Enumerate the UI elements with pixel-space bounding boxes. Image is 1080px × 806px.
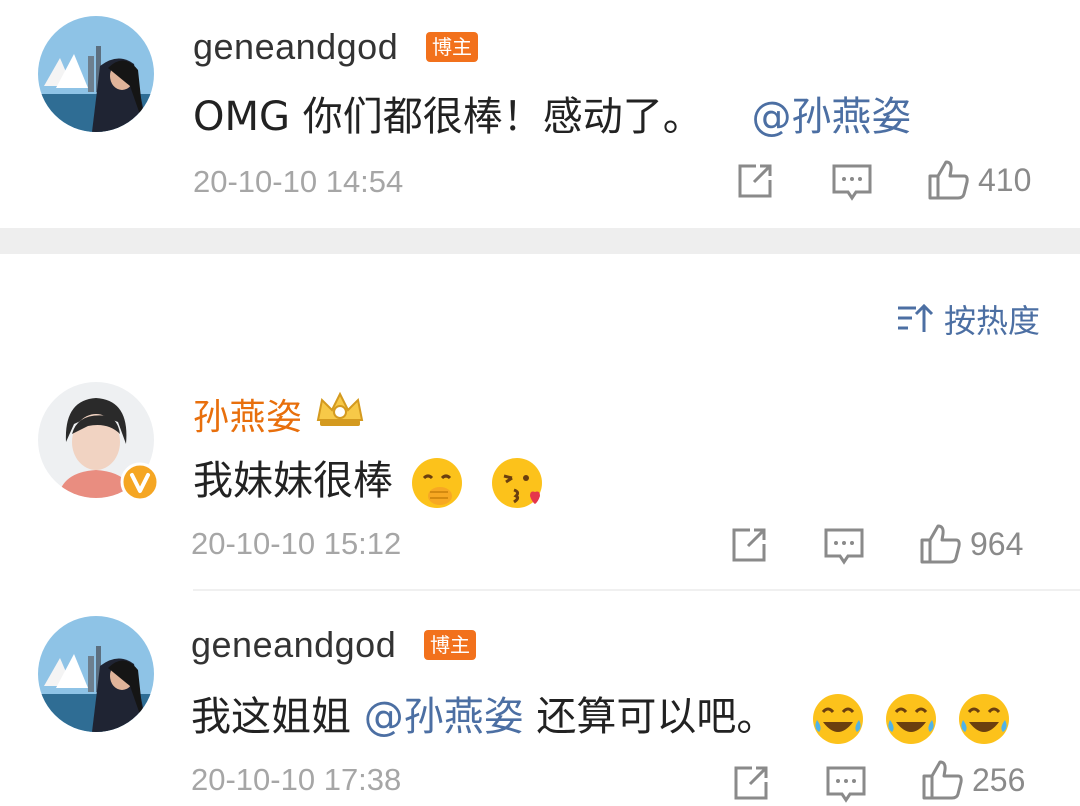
like-count: 256 — [972, 761, 1026, 798]
face-with-hand-over-mouth-emoji-icon — [411, 458, 462, 508]
comment-item: geneandgod 博主 我这姐姐 @孙燕姿 还算可以吧。 20-10-10 … — [0, 600, 1080, 804]
comment-icon — [832, 164, 872, 201]
like-button[interactable]: 410 — [926, 158, 1031, 202]
face-blowing-kiss-emoji-icon — [492, 458, 543, 508]
verified-v-icon — [120, 462, 160, 502]
like-button[interactable]: 964 — [918, 522, 1023, 566]
comment-divider — [193, 589, 1080, 591]
reply-button[interactable] — [830, 160, 874, 204]
sort-label: 按热度 — [943, 302, 1040, 340]
comment-item: 孙燕姿 我妹妹很棒 20-10-10 15:12 964 — [0, 370, 1080, 592]
like-icon — [920, 524, 961, 564]
avatar[interactable] — [38, 616, 154, 732]
avatar[interactable] — [38, 16, 154, 132]
username[interactable]: geneandgod — [193, 26, 398, 68]
timestamp: 20-10-10 14:54 — [193, 164, 404, 199]
tears-of-joy-emoji-icon — [813, 694, 864, 744]
comment-body: 我这姐姐 — [191, 694, 364, 740]
reply-button[interactable] — [822, 524, 866, 568]
comment-icon — [824, 528, 864, 565]
sort-icon — [897, 303, 934, 332]
timestamp: 20-10-10 15:12 — [191, 526, 402, 561]
author-badge: 博主 — [424, 630, 476, 660]
like-icon — [928, 160, 969, 200]
share-icon — [738, 164, 772, 198]
comment-item: geneandgod 博主 OMG 你们都很棒！感动了。 @孙燕姿 20-10-… — [0, 0, 1080, 228]
crown-badge-icon — [316, 391, 364, 426]
comment-text: 我妹妹很棒 — [193, 448, 544, 510]
mention-link[interactable]: @孙燕姿 — [364, 694, 524, 740]
comment-body-end: 还算可以吧。 — [523, 694, 777, 740]
username[interactable]: 孙燕姿 — [193, 388, 303, 440]
username[interactable]: geneandgod — [191, 624, 396, 666]
share-button[interactable] — [728, 524, 770, 566]
share-button[interactable] — [730, 762, 772, 804]
comment-icon — [826, 766, 866, 803]
like-icon — [922, 760, 963, 800]
sort-by-hot-button[interactable]: 按热度 — [896, 296, 1040, 342]
comment-body: OMG 你们都很棒！感动了。 — [193, 94, 703, 140]
like-count: 410 — [978, 161, 1032, 198]
share-icon — [732, 528, 766, 562]
comment-text: 我这姐姐 @孙燕姿 还算可以吧。 — [191, 684, 1011, 746]
share-button[interactable] — [734, 160, 776, 202]
timestamp: 20-10-10 17:38 — [191, 762, 402, 797]
share-icon — [734, 766, 768, 800]
section-divider — [0, 228, 1080, 254]
tears-of-joy-emoji-icon — [885, 694, 936, 744]
tears-of-joy-emoji-icon — [958, 694, 1009, 744]
author-badge: 博主 — [426, 32, 478, 62]
reply-button[interactable] — [824, 762, 868, 806]
like-button[interactable]: 256 — [920, 758, 1025, 802]
comment-text: OMG 你们都很棒！感动了。 @孙燕姿 — [193, 84, 911, 142]
like-count: 964 — [970, 525, 1024, 562]
mention-link[interactable]: @孙燕姿 — [751, 94, 911, 140]
comment-body: 我妹妹很棒 — [193, 458, 393, 504]
